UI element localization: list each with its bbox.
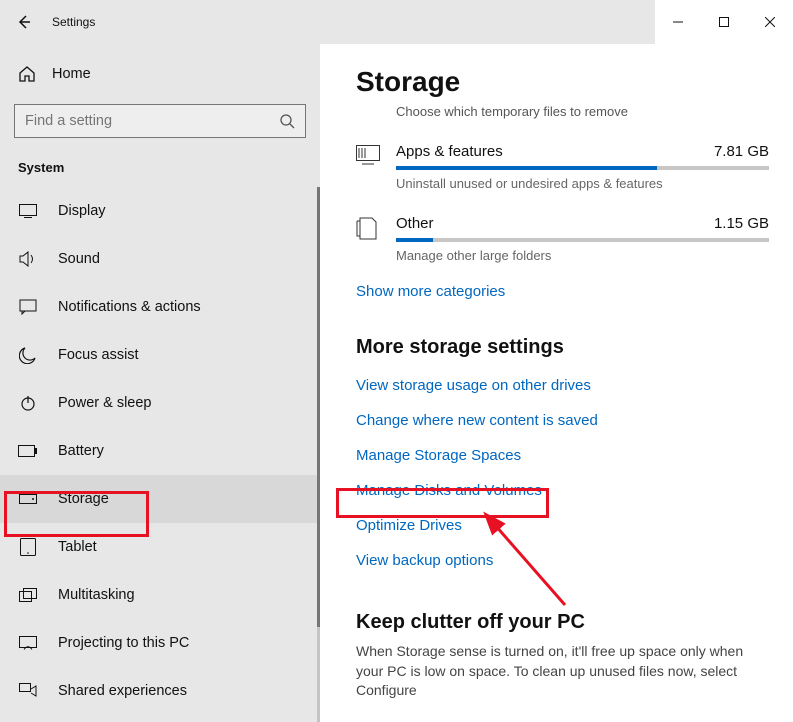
nav-power-sleep[interactable]: Power & sleep: [0, 379, 320, 427]
nav-display[interactable]: Display: [0, 187, 320, 235]
nav-notifications[interactable]: Notifications & actions: [0, 283, 320, 331]
storage-icon: [18, 494, 38, 504]
nav-label: Power & sleep: [58, 395, 152, 411]
usage-bar: [396, 238, 769, 242]
nav-label: Projecting to this PC: [58, 635, 189, 651]
home-nav[interactable]: Home: [0, 54, 320, 94]
focus-assist-icon: [18, 346, 38, 364]
nav-shared-experiences[interactable]: Shared experiences: [0, 667, 320, 715]
category-name: Apps & features: [396, 143, 503, 160]
sound-icon: [18, 251, 38, 267]
nav-label: Multitasking: [58, 587, 135, 603]
nav-multitasking[interactable]: Multitasking: [0, 571, 320, 619]
minimize-button[interactable]: [655, 0, 701, 44]
nav-label: Tablet: [58, 539, 97, 555]
nav-label: Storage: [58, 491, 109, 507]
nav-focus-assist[interactable]: Focus assist: [0, 331, 320, 379]
page-subtitle: Choose which temporary files to remove: [396, 104, 769, 119]
window-title: Settings: [48, 15, 95, 29]
battery-icon: [18, 445, 38, 457]
link-view-backup-options[interactable]: View backup options: [356, 552, 769, 569]
link-view-storage-other-drives[interactable]: View storage usage on other drives: [356, 377, 769, 394]
maximize-button[interactable]: [701, 0, 747, 44]
category-name: Other: [396, 215, 434, 232]
link-manage-disks-volumes[interactable]: Manage Disks and Volumes: [356, 482, 769, 499]
category-other[interactable]: Other 1.15 GB Manage other large folders: [356, 215, 769, 263]
nav-tablet[interactable]: Tablet: [0, 523, 320, 571]
page-title: Storage: [356, 66, 769, 98]
nav-label: Sound: [58, 251, 100, 267]
nav-label: Display: [58, 203, 106, 219]
projecting-icon: [18, 636, 38, 650]
more-settings-title: More storage settings: [356, 336, 769, 359]
notifications-icon: [18, 299, 38, 315]
nav-label: Shared experiences: [58, 683, 187, 699]
tablet-icon: [18, 538, 38, 556]
home-label: Home: [52, 66, 91, 82]
multitasking-icon: [18, 588, 38, 602]
power-icon: [18, 395, 38, 411]
link-manage-storage-spaces[interactable]: Manage Storage Spaces: [356, 447, 769, 464]
category-size: 7.81 GB: [714, 143, 769, 160]
nav-storage[interactable]: Storage: [0, 475, 320, 523]
search-icon: [279, 113, 295, 129]
display-icon: [18, 204, 38, 218]
category-size: 1.15 GB: [714, 215, 769, 232]
search-input[interactable]: [25, 113, 279, 129]
category-desc: Manage other large folders: [396, 248, 769, 263]
nav-label: Focus assist: [58, 347, 139, 363]
apps-icon: [356, 145, 384, 165]
main-content: Storage Choose which temporary files to …: [320, 44, 793, 722]
nav-projecting[interactable]: Projecting to this PC: [0, 619, 320, 667]
shared-icon: [18, 683, 38, 699]
other-icon: [356, 217, 384, 241]
sidebar-scrollthumb[interactable]: [317, 187, 320, 627]
titlebar: Settings: [0, 0, 793, 44]
nav-label: Notifications & actions: [58, 299, 201, 315]
sidebar: Home System Display: [0, 44, 320, 722]
section-header: System: [0, 150, 320, 181]
keep-clutter-title: Keep clutter off your PC: [356, 611, 769, 634]
search-box[interactable]: [14, 104, 306, 138]
category-desc: Uninstall unused or undesired apps & fea…: [396, 176, 769, 191]
back-button[interactable]: [0, 0, 48, 44]
show-more-categories-link[interactable]: Show more categories: [356, 283, 769, 300]
nav-label: Battery: [58, 443, 104, 459]
usage-bar: [396, 166, 769, 170]
link-change-content-location[interactable]: Change where new content is saved: [356, 412, 769, 429]
nav-sound[interactable]: Sound: [0, 235, 320, 283]
category-apps-features[interactable]: Apps & features 7.81 GB Uninstall unused…: [356, 143, 769, 191]
keep-clutter-desc: When Storage sense is turned on, it'll f…: [356, 642, 769, 701]
close-button[interactable]: [747, 0, 793, 44]
nav-battery[interactable]: Battery: [0, 427, 320, 475]
link-optimize-drives[interactable]: Optimize Drives: [356, 517, 769, 534]
nav-list: Display Sound Notifications & actions Fo…: [0, 187, 320, 722]
home-icon: [18, 65, 36, 83]
